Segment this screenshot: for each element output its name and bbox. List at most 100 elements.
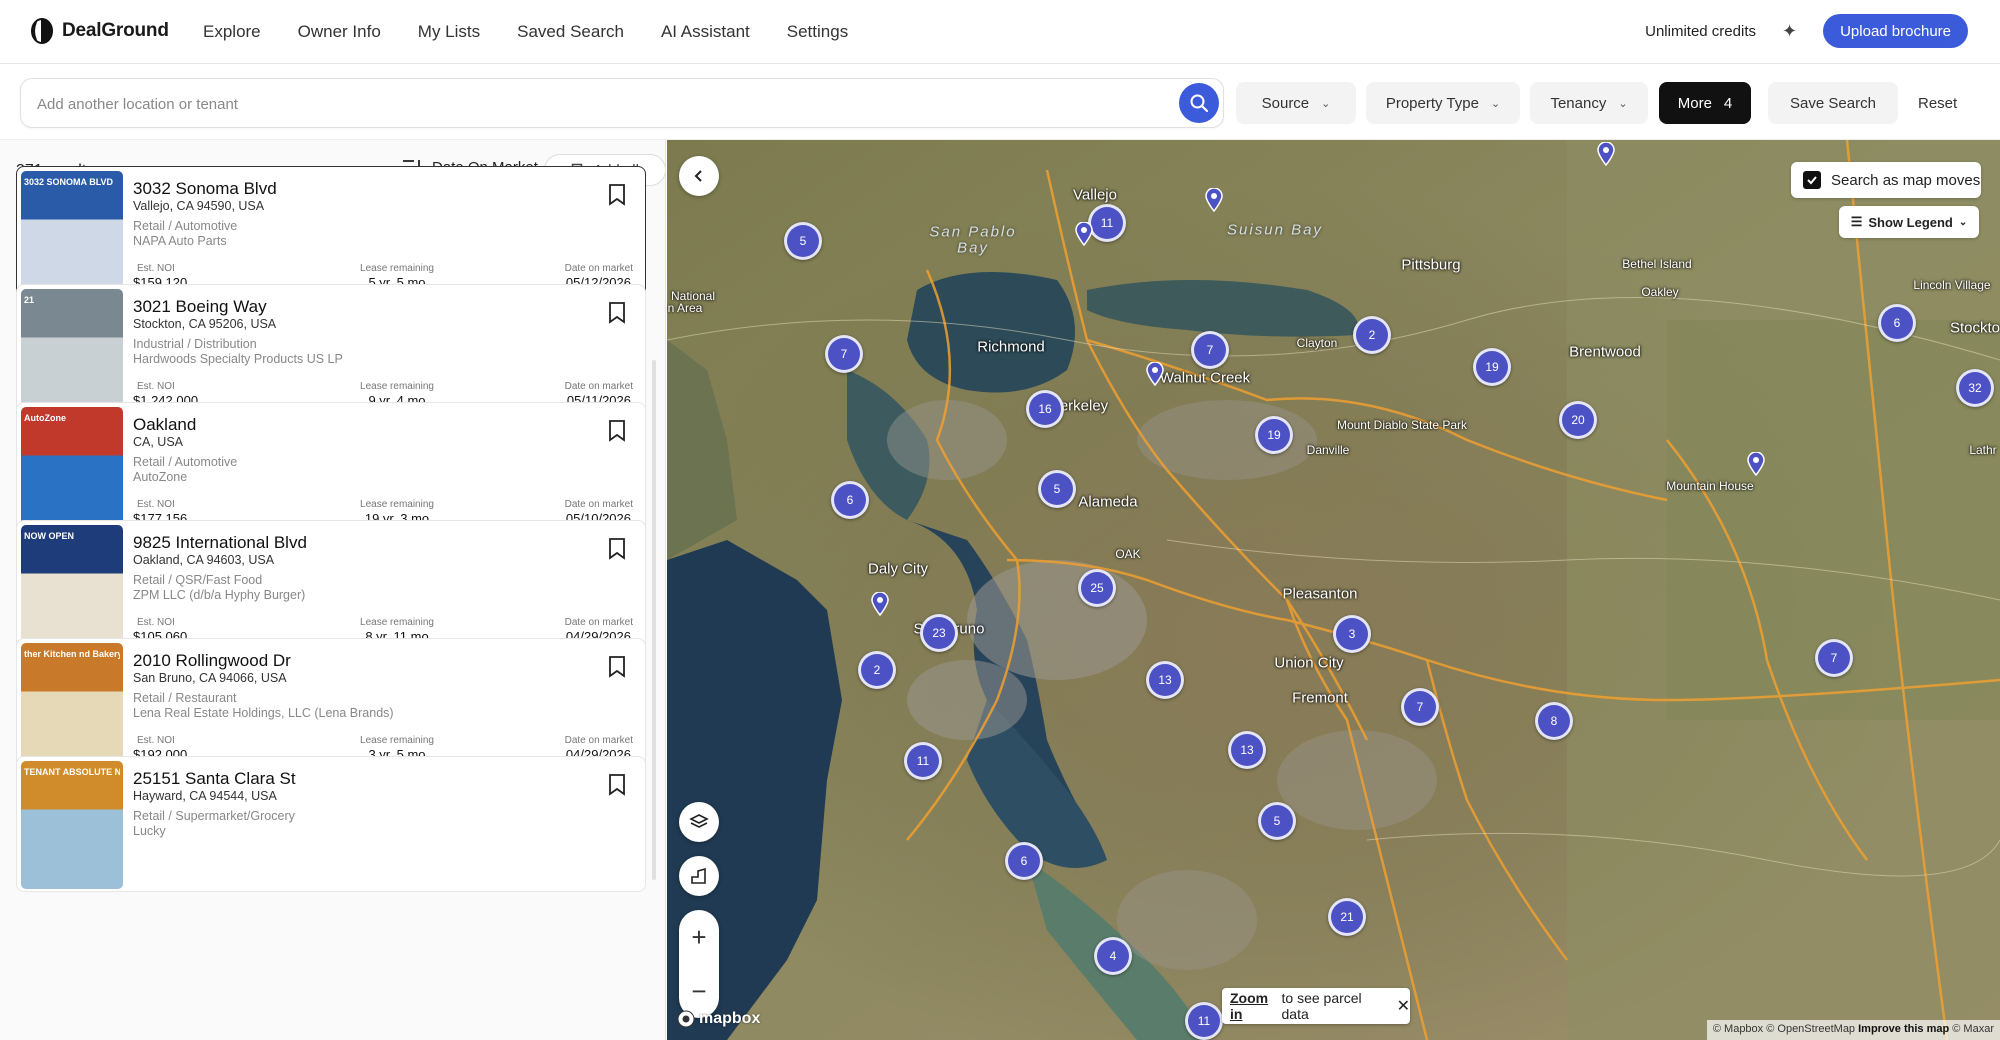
property-type-filter[interactable]: Property Type ⌄ <box>1366 82 1520 124</box>
results-scrollbar[interactable] <box>652 360 656 880</box>
map-pin-icon[interactable] <box>1747 452 1765 476</box>
sparkle-icon[interactable]: ✦ <box>1782 21 1797 42</box>
nav-my-lists[interactable]: My Lists <box>418 22 480 42</box>
result-card[interactable]: TENANT ABSOLUTE NNN ASSET 25151 Santa Cl… <box>16 756 646 892</box>
bookmark-icon[interactable] <box>607 773 627 797</box>
map-cluster-marker[interactable]: 7 <box>1401 688 1439 726</box>
result-card[interactable]: NOW OPEN 9825 International Blvd Oakland… <box>16 520 646 656</box>
nav-settings[interactable]: Settings <box>787 22 848 42</box>
nav-links: Explore Owner Info My Lists Saved Search… <box>203 0 885 64</box>
zoom-in-button[interactable]: + <box>679 910 719 964</box>
card-title[interactable]: Oakland <box>133 415 196 435</box>
map-pin-icon[interactable] <box>871 592 889 616</box>
upload-brochure-button[interactable]: Upload brochure <box>1823 14 1968 48</box>
map-cluster-marker[interactable]: 7 <box>1815 639 1853 677</box>
bookmark-icon[interactable] <box>607 537 627 561</box>
mapbox-logo[interactable]: mapbox <box>677 1010 760 1028</box>
show-legend-button[interactable]: ☰ Show Legend ⌄ <box>1839 206 1979 238</box>
app-logo[interactable]: DealGround <box>30 18 169 44</box>
bookmark-icon[interactable] <box>607 655 627 679</box>
map-cluster-marker[interactable]: 4 <box>1094 937 1132 975</box>
photo-caption: 21 <box>24 295 35 305</box>
map-label-oakley: Oakley <box>1641 285 1679 299</box>
result-card[interactable]: 21 3021 Boeing Way Stockton, CA 95206, U… <box>16 284 646 420</box>
map-cluster-marker[interactable]: 6 <box>1878 304 1916 342</box>
result-card[interactable]: 3032 SONOMA BLVD 3032 Sonoma Blvd Vallej… <box>16 166 646 302</box>
search-button[interactable] <box>1179 83 1219 123</box>
layers-button[interactable] <box>679 802 719 842</box>
result-card[interactable]: AutoZone Oakland CA, USA Retail / Automo… <box>16 402 646 538</box>
map-cluster-marker[interactable]: 6 <box>1005 842 1043 880</box>
map-cluster-marker[interactable]: 7 <box>825 335 863 373</box>
card-title[interactable]: 9825 International Blvd <box>133 533 307 553</box>
bookmark-icon[interactable] <box>607 301 627 325</box>
map-cluster-marker[interactable]: 20 <box>1559 401 1597 439</box>
close-icon[interactable]: ✕ <box>1397 996 1410 1016</box>
attrib-mapbox[interactable]: © Mapbox <box>1713 1023 1763 1035</box>
card-title[interactable]: 3032 Sonoma Blvd <box>133 179 277 199</box>
map-cluster-marker[interactable]: 7 <box>1191 331 1229 369</box>
nav-explore[interactable]: Explore <box>203 22 261 42</box>
map-cluster-marker[interactable]: 13 <box>1228 731 1266 769</box>
noi-label: Est. NOI <box>137 735 175 746</box>
attrib-maxar[interactable]: © Maxar <box>1952 1023 1994 1035</box>
attrib-improve[interactable]: Improve this map <box>1858 1023 1949 1035</box>
map-cluster-marker[interactable]: 23 <box>920 614 958 652</box>
attrib-osm[interactable]: © OpenStreetMap <box>1766 1023 1855 1035</box>
map-label-danville: Danville <box>1306 443 1350 457</box>
date-label: Date on market <box>564 735 633 746</box>
map-cluster-marker[interactable]: 5 <box>1258 802 1296 840</box>
location-search-input[interactable] <box>37 92 1137 116</box>
map-cluster-marker[interactable]: 2 <box>858 651 896 689</box>
nav-saved-search[interactable]: Saved Search <box>517 22 624 42</box>
source-filter[interactable]: Source ⌄ <box>1236 82 1356 124</box>
nav-ai-assistant[interactable]: AI Assistant <box>661 22 750 42</box>
search-icon <box>1190 94 1209 113</box>
bookmark-icon[interactable] <box>607 183 627 207</box>
map-cluster-marker[interactable]: 13 <box>1146 661 1184 699</box>
map-cluster-marker[interactable]: 19 <box>1255 416 1293 454</box>
map-cluster-marker[interactable]: 32 <box>1956 369 1994 407</box>
tenancy-filter-label: Tenancy <box>1550 94 1607 112</box>
map-cluster-marker[interactable]: 8 <box>1535 702 1573 740</box>
collapse-panel-button[interactable] <box>679 156 719 196</box>
map-cluster-marker[interactable]: 2 <box>1353 316 1391 354</box>
tenancy-filter[interactable]: Tenancy ⌄ <box>1530 82 1648 124</box>
reset-button[interactable]: Reset <box>1918 82 1957 124</box>
card-tenant: ZPM LLC (d/b/a Hyphy Burger) <box>133 588 306 602</box>
search-as-map-moves-toggle[interactable]: Search as map moves <box>1791 162 1981 198</box>
map-cluster-marker[interactable]: 19 <box>1473 348 1511 386</box>
map-cluster-marker[interactable]: 11 <box>904 742 942 780</box>
map-cluster-marker[interactable]: 6 <box>831 481 869 519</box>
map-cluster-marker[interactable]: 25 <box>1078 569 1116 607</box>
map-cluster-marker[interactable]: 21 <box>1328 898 1366 936</box>
card-property-type: Retail / QSR/Fast Food <box>133 573 263 587</box>
map-cluster-marker[interactable]: 3 <box>1333 615 1371 653</box>
bookmark-icon[interactable] <box>607 419 627 443</box>
map-pin-icon[interactable] <box>1597 142 1615 166</box>
layers-icon <box>689 814 709 828</box>
map-pin-icon[interactable] <box>1075 222 1093 246</box>
checkbox-checked-icon[interactable] <box>1803 171 1821 189</box>
nav-owner-info[interactable]: Owner Info <box>298 22 381 42</box>
map-cluster-marker[interactable]: 16 <box>1026 390 1064 428</box>
draw-boundary-button[interactable] <box>679 856 719 896</box>
card-title[interactable]: 3021 Boeing Way <box>133 297 267 317</box>
map-cluster-marker[interactable]: 5 <box>1038 470 1076 508</box>
map-cluster-marker[interactable]: 11 <box>1088 204 1126 242</box>
chevron-down-icon: ⌄ <box>1618 97 1628 110</box>
map-view[interactable]: Vallejo Pittsburg Bethel Island Oakley L… <box>667 140 2000 1040</box>
map-cluster-marker[interactable]: 5 <box>784 222 822 260</box>
more-filters-button[interactable]: More 4 <box>1659 82 1751 124</box>
result-card[interactable]: ther Kitchen nd Bakery 2010 Rollingwood … <box>16 638 646 774</box>
property-photo: 21 <box>21 289 123 417</box>
zoom-in-link[interactable]: Zoom in <box>1230 990 1278 1022</box>
map-pin-icon[interactable] <box>1205 188 1223 212</box>
save-search-button[interactable]: Save Search <box>1768 82 1898 124</box>
card-title[interactable]: 2010 Rollingwood Dr <box>133 651 291 671</box>
map-cluster-marker[interactable]: 11 <box>1185 1002 1223 1040</box>
chevron-down-icon: ⌄ <box>1490 97 1501 110</box>
results-panel: 371 results Date On Market Add all 3032 … <box>0 140 666 1040</box>
card-title[interactable]: 25151 Santa Clara St <box>133 769 296 789</box>
map-pin-icon[interactable] <box>1146 362 1164 386</box>
